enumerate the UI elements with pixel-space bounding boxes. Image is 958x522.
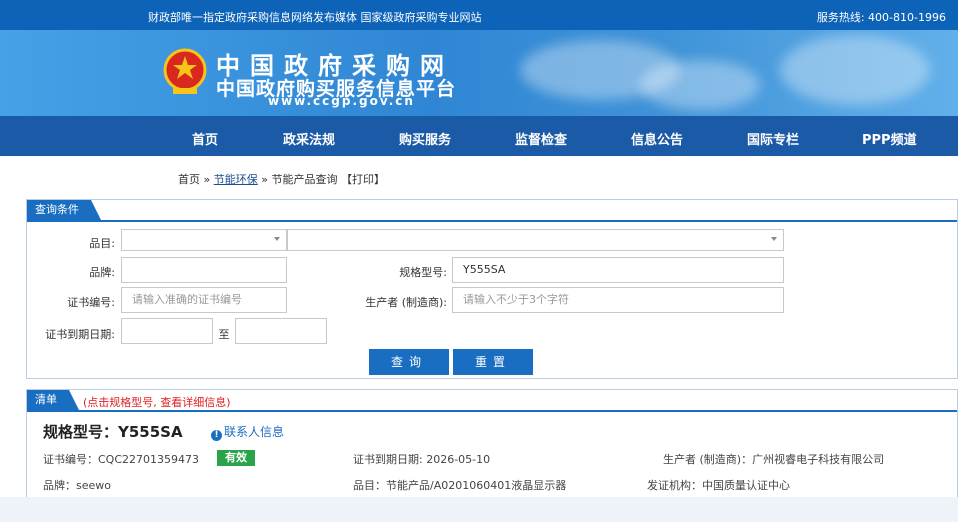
nav-item-supervision[interactable]: 监督检查 (515, 129, 567, 148)
banner-cloud (640, 60, 760, 110)
query-panel: 查询条件 品目: 品牌: 规格型号: Y555SA 证书编号: 请输入准确的证书… (26, 199, 958, 379)
page-footer-strip (0, 497, 958, 522)
chevron-down-icon (274, 237, 280, 241)
site-banner: 中国政府采购网 中国政府购买服务信息平台 www.ccgp.gov.cn (0, 30, 958, 116)
expiry-date-label: 证书到期日期: (45, 328, 115, 341)
breadcrumb-section[interactable]: 节能环保 (214, 173, 258, 186)
results-panel-title: 清单 (27, 390, 79, 410)
banner-cloud (780, 35, 930, 105)
result-issuer: 发证机构：中国质量认证中心 (647, 479, 790, 492)
model-input[interactable]: Y555SA (452, 257, 784, 283)
maker-label: 生产者 (制造商): (365, 296, 447, 309)
query-panel-title: 查询条件 (27, 200, 101, 220)
expiry-date-to-input[interactable] (235, 318, 327, 344)
contact-info-link[interactable]: ! 联系人信息 (211, 423, 284, 441)
model-label: 规格型号: (399, 266, 447, 279)
chevron-down-icon (771, 237, 777, 241)
main-nav: 首页 政采法规 购买服务 监督检查 信息公告 国际专栏 PPP频道 (0, 116, 958, 156)
print-link[interactable]: 【打印】 (341, 173, 385, 186)
results-panel-header: 清单 (点击规格型号, 查看详细信息) (27, 390, 957, 412)
search-button[interactable]: 查询 (369, 349, 449, 375)
subcategory-select[interactable] (287, 229, 784, 251)
info-icon: ! (211, 430, 222, 441)
results-panel: 清单 (点击规格型号, 查看详细信息) 规格型号：Y555SA ! 联系人信息 证… (26, 389, 958, 497)
result-category: 品目：节能产品/A0201060401液晶显示器 (353, 479, 567, 492)
cert-number-label: 证书编号: (67, 296, 115, 309)
results-hint: (点击规格型号, 查看详细信息) (83, 396, 231, 409)
logo-url: www.ccgp.gov.cn (268, 94, 415, 108)
result-maker: 生产者 (制造商)：广州视睿电子科技有限公司 (663, 453, 885, 466)
breadcrumb: 首页 » 节能环保 » 节能产品查询 【打印】 (178, 171, 385, 187)
result-expiry-date: 证书到期日期: 2026-05-10 (353, 453, 491, 466)
breadcrumb-separator: » (200, 173, 214, 186)
status-badge: 有效 (217, 450, 255, 466)
result-model-link[interactable]: 规格型号：Y555SA (43, 421, 183, 442)
site-slogan: 财政部唯一指定政府采购信息网络发布媒体 国家级政府采购专业网站 (148, 11, 482, 24)
contact-info-label: 联系人信息 (224, 425, 285, 439)
national-emblem-icon (163, 48, 207, 94)
maker-input[interactable]: 请输入不少于3个字符 (452, 287, 784, 313)
expiry-date-from-input[interactable] (121, 318, 213, 344)
query-panel-header: 查询条件 (27, 200, 957, 222)
breadcrumb-separator: » (257, 173, 272, 186)
expiry-date-to-label: 至 (218, 328, 230, 341)
nav-item-regulations[interactable]: 政采法规 (283, 129, 335, 148)
result-brand: 品牌：seewo (43, 479, 111, 492)
breadcrumb-home[interactable]: 首页 (178, 173, 200, 186)
category-select[interactable] (121, 229, 287, 251)
cert-number-input[interactable]: 请输入准确的证书编号 (121, 287, 287, 313)
brand-label: 品牌: (89, 266, 115, 279)
nav-item-international[interactable]: 国际专栏 (747, 129, 799, 148)
breadcrumb-current: 节能产品查询 (271, 173, 338, 186)
brand-input[interactable] (121, 257, 287, 283)
reset-button[interactable]: 重置 (453, 349, 533, 375)
result-cert-number: 证书编号：CQC22701359473 (43, 453, 200, 466)
nav-item-announcements[interactable]: 信息公告 (631, 129, 683, 148)
nav-item-ppp[interactable]: PPP频道 (862, 129, 917, 148)
nav-item-home[interactable]: 首页 (192, 129, 218, 148)
top-bar: 财政部唯一指定政府采购信息网络发布媒体 国家级政府采购专业网站 服务热线: 40… (0, 0, 958, 30)
category-label: 品目: (89, 237, 115, 250)
nav-item-purchase-service[interactable]: 购买服务 (399, 129, 451, 148)
service-hotline: 服务热线: 400-810-1996 (816, 11, 946, 24)
